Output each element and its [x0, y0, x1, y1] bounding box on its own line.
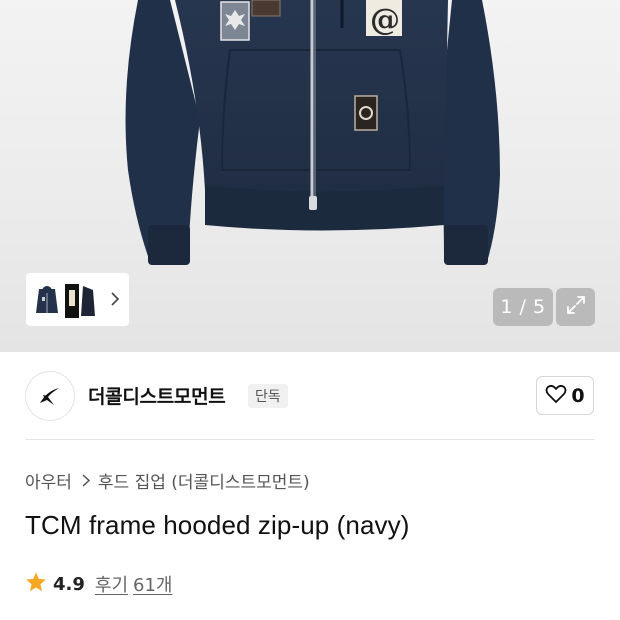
breadcrumb: 아우터 후드 집업 (더콜디스트모먼트)	[25, 467, 310, 493]
expand-arrows-icon	[565, 294, 587, 320]
review-link[interactable]: 후기 61개	[95, 571, 173, 597]
chevron-right-icon	[82, 473, 90, 487]
product-image-gallery[interactable]: @ 1 / 5	[0, 0, 620, 352]
like-button[interactable]: 0	[536, 376, 594, 415]
thumbnail-strip[interactable]	[26, 273, 129, 326]
star-icon	[25, 571, 47, 597]
chevron-right-icon[interactable]	[107, 287, 123, 311]
rating-row: 4.9 후기 61개	[25, 570, 172, 598]
image-counter: 1 / 5	[493, 288, 553, 326]
product-title: TCM frame hooded zip-up (navy)	[25, 510, 410, 540]
review-label: 후기	[94, 575, 129, 596]
breadcrumb-category[interactable]: 아우터	[25, 468, 72, 493]
thumbnail-1[interactable]	[30, 280, 64, 320]
divider	[25, 439, 595, 440]
exclusive-badge: 단독	[248, 384, 288, 408]
svg-text:@: @	[370, 3, 400, 38]
brand-logo[interactable]	[25, 371, 75, 421]
breadcrumb-subcategory[interactable]: 후드 집업 (더콜디스트모먼트)	[98, 468, 310, 493]
brand-name[interactable]: 더콜디스트모먼트	[88, 382, 226, 409]
expand-button[interactable]	[556, 288, 595, 326]
like-count: 0	[571, 384, 585, 407]
review-count: 61개	[133, 575, 173, 596]
brand-row: 더콜디스트모먼트 단독 0	[0, 352, 620, 440]
star-swoosh-logo	[40, 388, 59, 405]
thumbnail-2[interactable]	[64, 279, 98, 320]
heart-outline-icon	[545, 384, 567, 408]
rating-value: 4.9	[53, 573, 85, 595]
